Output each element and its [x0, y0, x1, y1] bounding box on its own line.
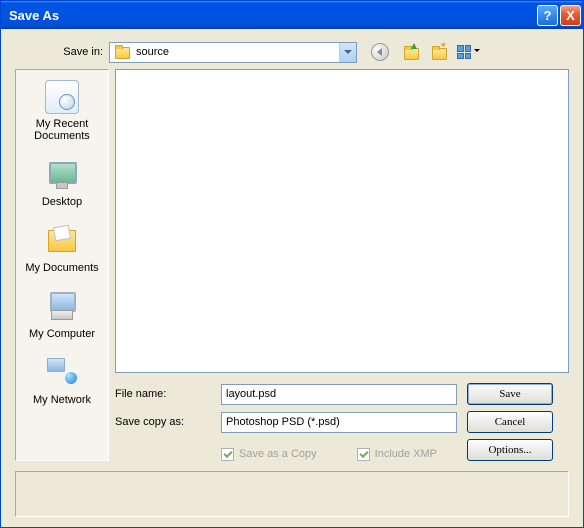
titlebar: Save As ? X — [1, 1, 583, 29]
views-grid-icon — [457, 45, 471, 59]
file-list[interactable] — [115, 69, 569, 373]
save-in-label: Save in: — [15, 46, 109, 58]
format-label: Save copy as: — [115, 416, 211, 428]
help-button[interactable]: ? — [537, 5, 558, 26]
close-button[interactable]: X — [560, 5, 581, 26]
my-network-icon — [45, 356, 79, 390]
footer-panel — [15, 471, 569, 517]
filename-value: layout.psd — [222, 388, 456, 400]
window-title: Save As — [9, 8, 535, 23]
chevron-down-icon[interactable] — [339, 43, 356, 62]
cancel-button[interactable]: Cancel — [467, 411, 553, 433]
folder-icon — [114, 45, 130, 59]
save-as-copy-checkbox: Save as a Copy — [221, 448, 317, 461]
places-desktop[interactable]: Desktop — [18, 150, 106, 216]
recent-documents-icon — [45, 80, 79, 114]
places-my-documents[interactable]: My Documents — [18, 216, 106, 282]
filename-input[interactable]: layout.psd — [221, 384, 457, 405]
options-button[interactable]: Options... — [467, 439, 553, 461]
filename-label: File name: — [115, 388, 211, 400]
places-recent-documents[interactable]: My Recent Documents — [18, 72, 106, 150]
save-as-dialog: Save As ? X Save in: source — [0, 0, 584, 528]
new-folder-button[interactable] — [425, 41, 447, 63]
save-in-value: source — [134, 46, 339, 58]
format-value: Photoshop PSD (*.psd) — [222, 416, 456, 428]
checkbox-icon — [221, 448, 234, 461]
folder-up-icon — [399, 44, 417, 60]
back-button[interactable] — [369, 41, 391, 63]
places-bar: My Recent Documents Desktop My Documents… — [15, 69, 109, 461]
my-documents-icon — [45, 224, 79, 258]
places-my-network[interactable]: My Network — [18, 348, 106, 414]
places-my-computer[interactable]: My Computer — [18, 282, 106, 348]
views-button[interactable] — [453, 43, 475, 61]
format-dropdown[interactable]: Photoshop PSD (*.psd) — [221, 412, 457, 433]
save-button[interactable]: Save — [467, 383, 553, 405]
include-xmp-checkbox: Include XMP — [357, 448, 437, 461]
new-folder-icon — [427, 44, 445, 60]
checkbox-icon — [357, 448, 370, 461]
desktop-icon — [45, 158, 79, 192]
up-one-level-button[interactable] — [397, 41, 419, 63]
save-in-dropdown[interactable]: source — [109, 42, 357, 63]
my-computer-icon — [45, 290, 79, 324]
back-arrow-icon — [371, 43, 389, 61]
